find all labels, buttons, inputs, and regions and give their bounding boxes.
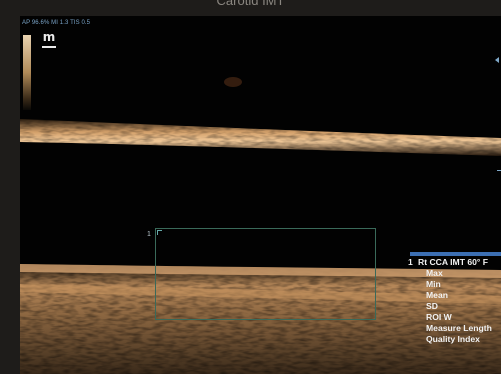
acoustic-status-line: AP 96.6% MI 1.3 TIS 0.5 [22, 20, 91, 26]
measurement-panel-header [410, 252, 501, 256]
m-icon[interactable]: m [42, 31, 56, 48]
measurement-length: Measure Length [426, 323, 492, 333]
measurement-mean: Mean [426, 290, 448, 300]
measurement-title: 1 Rt CCA IMT 60° F [408, 257, 488, 267]
measurement-roi-w: ROI W [426, 312, 452, 322]
measurement-sd: SD [426, 301, 438, 311]
imt-roi-box[interactable] [155, 228, 376, 320]
top-caption: Carotid IMT [216, 0, 285, 8]
roi-number: 1 [147, 231, 151, 238]
focus-marker [495, 57, 499, 63]
measurement-quality: Quality Index [426, 334, 480, 344]
measurement-max: Max [426, 268, 443, 278]
measurement-min: Min [426, 279, 441, 289]
measurement-panel: 1 Rt CCA IMT 60° F Max Min Mean SD ROI W … [408, 257, 501, 345]
ultrasound-viewport[interactable]: AP 96.6% MI 1.3 TIS 0.5 m 1 1 Rt CCA IMT … [20, 16, 501, 374]
greyscale-bar [23, 35, 31, 110]
depth-tick [497, 170, 501, 171]
